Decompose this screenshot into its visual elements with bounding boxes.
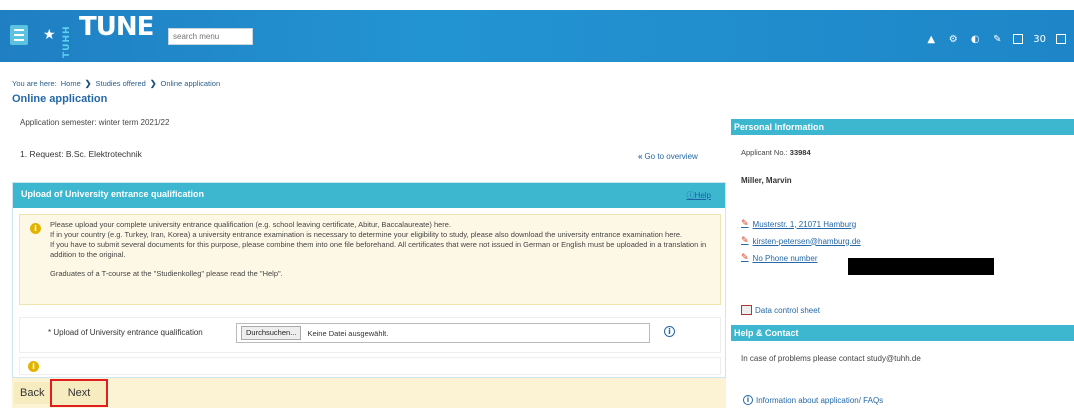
search-menu-input[interactable] bbox=[168, 28, 253, 45]
logout-icon[interactable] bbox=[1056, 34, 1066, 44]
info-icon: i bbox=[30, 223, 41, 234]
upload-field-row: * Upload of University entrance qualific… bbox=[19, 317, 721, 353]
upload-panel-header: Upload of University entrance qualificat… bbox=[13, 183, 725, 208]
data-control-sheet-label: Data control sheet bbox=[755, 305, 820, 315]
breadcrumb-online-application[interactable]: Online application bbox=[161, 79, 221, 88]
next-button[interactable]: Next bbox=[50, 379, 108, 407]
upload-panel-title: Upload of University entrance qualificat… bbox=[21, 189, 205, 199]
browse-button[interactable]: Durchsuchen... bbox=[241, 326, 302, 340]
header-icon-group: ▲ ⚙ ◐ ✎ 30 bbox=[925, 33, 1066, 45]
personal-information-body: Applicant No.: 33984 Miller, Marvin ✎ Mus… bbox=[731, 135, 1074, 325]
no-file-selected-text: Keine Datei ausgewählt. bbox=[307, 328, 389, 338]
data-control-sheet-link[interactable]: Data control sheet bbox=[741, 305, 820, 315]
page-title: Online application bbox=[12, 93, 108, 105]
go-to-overview-label: Go to overview bbox=[644, 152, 698, 161]
faq-link[interactable]: i Information about application/ FAQs bbox=[743, 395, 883, 405]
side-panel: Personal Information Applicant No.: 3398… bbox=[731, 119, 1074, 405]
info-icon: i bbox=[743, 395, 753, 405]
favorites-star-icon[interactable]: ★ bbox=[43, 27, 56, 43]
email-text: kirsten-petersen@hamburg.de bbox=[752, 236, 861, 246]
upload-panel: Upload of University entrance qualificat… bbox=[12, 182, 726, 378]
address-link[interactable]: ✎ Musterstr. 1, 21071 Hamburg bbox=[741, 219, 856, 229]
back-button[interactable]: Back bbox=[14, 382, 51, 404]
phone-link[interactable]: ✎ No Phone number bbox=[741, 253, 817, 263]
applicant-number-value: 33984 bbox=[789, 148, 811, 157]
help-link[interactable]: ⓘHelp bbox=[687, 190, 711, 201]
help-label: Help bbox=[694, 191, 711, 200]
pencil-icon: ✎ bbox=[741, 236, 749, 246]
top-navigation-bar: ★ TUHH TUNE ▲ ⚙ ◐ ✎ 30 bbox=[0, 10, 1074, 62]
tuhh-logo-text: TUHH bbox=[62, 25, 72, 58]
help-contact-text: In case of problems please contact study… bbox=[741, 354, 921, 363]
pencil-icon: ✎ bbox=[741, 253, 749, 263]
help-contact-header: Help & Contact bbox=[731, 325, 1074, 341]
file-input[interactable]: Durchsuchen... Keine Datei ausgewählt. bbox=[236, 323, 650, 343]
field-info-icon[interactable]: i bbox=[664, 326, 675, 337]
pdf-icon bbox=[741, 305, 752, 315]
chevron-right-icon: ❯ bbox=[149, 79, 157, 88]
window-icon[interactable] bbox=[1013, 34, 1024, 44]
menu-icon[interactable] bbox=[10, 25, 28, 45]
applicant-number: Applicant No.: 33984 bbox=[741, 148, 811, 157]
application-semester: Application semester: winter term 2021/2… bbox=[20, 118, 170, 127]
pencil-icon: ✎ bbox=[741, 219, 749, 229]
request-title: 1. Request: B.Sc. Elektrotechnik bbox=[20, 149, 142, 159]
info-line: If you have to submit several documents … bbox=[50, 240, 707, 259]
applicant-name: Miller, Marvin bbox=[741, 176, 792, 185]
info-note: Graduates of a T-course at the "Studienk… bbox=[50, 269, 283, 278]
info-line: If in your country (e.g. Turkey, Iran, K… bbox=[50, 230, 683, 239]
faq-label: Information about application/ FAQs bbox=[756, 395, 884, 405]
user-icon[interactable]: ▲ bbox=[925, 33, 937, 45]
warning-row: i bbox=[19, 357, 721, 375]
breadcrumb-studies-offered[interactable]: Studies offered bbox=[95, 79, 145, 88]
applicant-label: Applicant No.: bbox=[741, 148, 788, 157]
breadcrumb: You are here: Home ❯ Studies offered ❯ O… bbox=[12, 79, 220, 88]
gear-icon[interactable]: ⚙ bbox=[947, 33, 959, 45]
tune-logo[interactable]: TUNE bbox=[79, 12, 154, 42]
warning-icon: i bbox=[28, 361, 39, 372]
palette-icon[interactable]: ◐ bbox=[969, 33, 981, 45]
address-text: Musterstr. 1, 21071 Hamburg bbox=[752, 219, 857, 229]
chevron-right-icon: ❯ bbox=[84, 79, 92, 88]
breadcrumb-prefix: You are here: bbox=[12, 79, 57, 88]
upload-field-label: * Upload of University entrance qualific… bbox=[48, 328, 203, 337]
upload-info-box: i Please upload your complete university… bbox=[19, 214, 721, 305]
go-to-overview-link[interactable]: «Go to overview bbox=[638, 152, 698, 161]
phone-text: No Phone number bbox=[752, 253, 818, 263]
breadcrumb-home[interactable]: Home bbox=[61, 79, 81, 88]
email-link[interactable]: ✎ kirsten-petersen@hamburg.de bbox=[741, 236, 861, 246]
session-counter: 30 bbox=[1033, 33, 1046, 45]
action-bar: Back Next bbox=[12, 378, 726, 408]
double-chevron-left-icon: « bbox=[638, 152, 643, 161]
redaction-bar bbox=[848, 258, 994, 275]
personal-information-header: Personal Information bbox=[731, 119, 1074, 135]
info-line: Please upload your complete university e… bbox=[50, 220, 452, 229]
edit-pen-icon[interactable]: ✎ bbox=[991, 33, 1003, 45]
